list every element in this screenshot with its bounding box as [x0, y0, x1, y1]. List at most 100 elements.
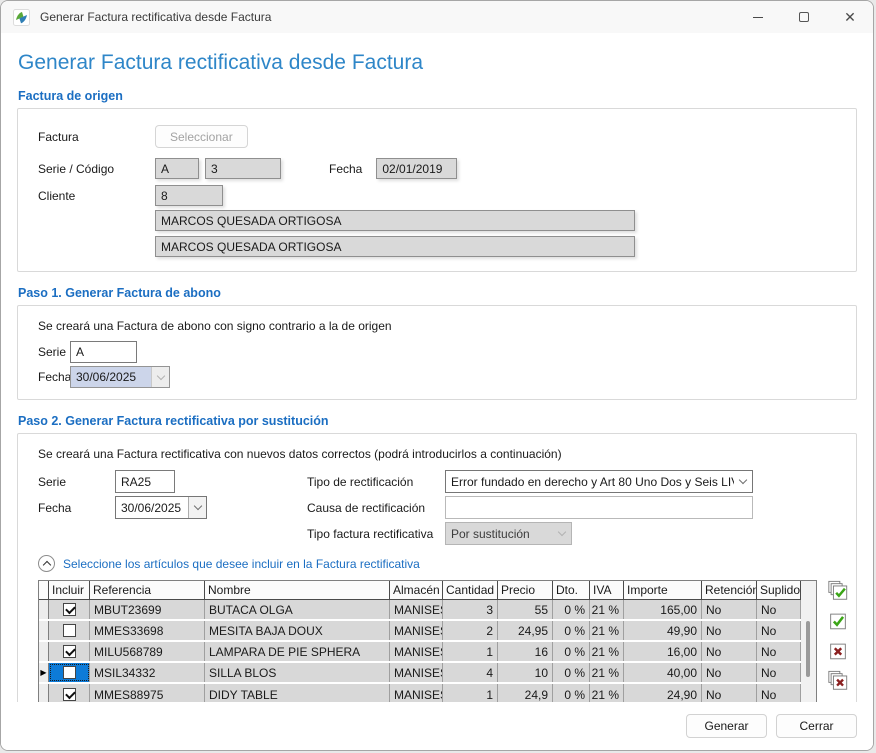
grid-header-suplido[interactable]: Suplido — [757, 581, 801, 600]
chevron-down-icon[interactable] — [188, 497, 206, 518]
grid-cell-retencion[interactable]: No — [702, 600, 757, 619]
grid-cell-importe[interactable]: 49,90 — [624, 621, 702, 640]
grid-cell-precio[interactable]: 55 — [498, 600, 553, 619]
grid-cell-retencion[interactable]: No — [702, 621, 757, 640]
minimize-icon — [753, 17, 763, 18]
grid-cell-dto[interactable]: 0 % — [553, 600, 590, 619]
grid-cell-suplido[interactable]: No — [757, 600, 801, 619]
grid-cell-precio[interactable]: 10 — [498, 663, 553, 682]
incluir-checkbox[interactable] — [63, 688, 76, 701]
paso2-serie-input[interactable] — [115, 470, 175, 493]
grid-cell-suplido[interactable]: No — [757, 663, 801, 682]
current-row-marker-icon: ▶ — [39, 663, 49, 682]
generar-button[interactable]: Generar — [686, 714, 767, 738]
collapse-articles-button[interactable] — [38, 555, 55, 572]
chevron-down-icon[interactable] — [734, 471, 752, 492]
grid-header-almacen[interactable]: Almacén — [390, 581, 443, 600]
paso2-fecha-combobox[interactable]: 30/06/2025 — [115, 496, 207, 519]
section-title-paso2: Paso 2. Generar Factura rectificativa po… — [18, 414, 857, 428]
grid-row-MSIL34332[interactable]: ▶ MSIL34332SILLA BLOSMANISES4100 %21 %40,… — [39, 663, 801, 684]
causa-rectificacion-input[interactable] — [445, 496, 753, 519]
maximize-button[interactable] — [781, 1, 827, 33]
paso2-fecha-label: Fecha — [38, 501, 115, 515]
grid-row-MBUT23699[interactable]: MBUT23699BUTACA OLGAMANISES3550 %21 %165… — [39, 600, 801, 621]
grid-cell-nombre[interactable]: SILLA BLOS — [205, 663, 390, 682]
grid-cell-suplido[interactable]: No — [757, 621, 801, 640]
grid-cell-cantidad[interactable]: 1 — [443, 642, 498, 661]
grid-header-iva[interactable]: IVA — [590, 581, 624, 600]
grid-cell-referencia[interactable]: MSIL34332 — [90, 663, 205, 682]
exclude-selected-button[interactable] — [827, 640, 849, 662]
tipo-factura-rectificativa-label: Tipo factura rectificativa — [307, 527, 445, 541]
grid-cell-importe[interactable]: 40,00 — [624, 663, 702, 682]
close-button[interactable]: ✕ — [827, 1, 873, 33]
grid-cell-nombre[interactable]: LAMPARA DE PIE SPHERA — [205, 642, 390, 661]
include-all-button[interactable] — [827, 580, 849, 602]
cerrar-button[interactable]: Cerrar — [776, 714, 857, 738]
grid-cell-nombre[interactable]: BUTACA OLGA — [205, 600, 390, 619]
fecha-origen-label: Fecha — [329, 162, 362, 176]
grid-cell-retencion[interactable]: No — [702, 663, 757, 682]
paso2-fecha-value: 30/06/2025 — [116, 497, 188, 518]
grid-cell-precio[interactable]: 16 — [498, 642, 553, 661]
grid-header-precio[interactable]: Precio — [498, 581, 553, 600]
title-bar[interactable]: Generar Factura rectificativa desde Fact… — [1, 1, 873, 33]
grid-cell-iva[interactable]: 21 % — [590, 621, 624, 640]
grid-cell-almacen[interactable]: MANISES — [390, 642, 443, 661]
grid-cell-almacen[interactable]: MANISES — [390, 621, 443, 640]
paso1-serie-input[interactable] — [70, 341, 137, 363]
include-selected-button[interactable] — [827, 610, 849, 632]
grid-cell-iva[interactable]: 21 % — [590, 600, 624, 619]
grid-cell-importe[interactable]: 165,00 — [624, 600, 702, 619]
grid-cell-incluir[interactable] — [49, 642, 90, 661]
chevron-down-icon[interactable] — [151, 367, 169, 387]
dialog-window: Generar Factura rectificativa desde Fact… — [0, 0, 874, 751]
grid-header-nombre[interactable]: Nombre — [205, 581, 390, 600]
incluir-checkbox[interactable] — [63, 603, 76, 616]
grid-cell-incluir[interactable] — [49, 600, 90, 619]
paso1-fecha-combobox[interactable]: 30/06/2025 — [70, 366, 170, 388]
grid-cell-referencia[interactable]: MBUT23699 — [90, 600, 205, 619]
page-title: Generar Factura rectificativa desde Fact… — [18, 51, 857, 75]
grid-cell-cantidad[interactable]: 4 — [443, 663, 498, 682]
grid-cell-retencion[interactable]: No — [702, 642, 757, 661]
grid-cell-dto[interactable]: 0 % — [553, 642, 590, 661]
grid-header-importe[interactable]: Importe — [624, 581, 702, 600]
grid-cell-suplido[interactable]: No — [757, 642, 801, 661]
grid-cell-almacen[interactable]: MANISES — [390, 663, 443, 682]
incluir-checkbox[interactable] — [63, 666, 76, 679]
paso2-serie-label: Serie — [38, 475, 115, 489]
group-paso1: Se creará una Factura de abono con signo… — [17, 305, 857, 400]
incluir-checkbox[interactable] — [63, 624, 76, 637]
grid-vertical-scrollbar[interactable] — [801, 581, 816, 705]
grid-cell-dto[interactable]: 0 % — [553, 621, 590, 640]
grid-cell-incluir[interactable] — [49, 663, 90, 682]
grid-scrollbar-thumb[interactable] — [806, 621, 810, 677]
grid-cell-almacen[interactable]: MANISES — [390, 600, 443, 619]
grid-cell-incluir[interactable] — [49, 621, 90, 640]
grid-header-dto[interactable]: Dto. — [553, 581, 590, 600]
grid-cell-dto[interactable]: 0 % — [553, 663, 590, 682]
group-paso2: Se creará una Factura rectificativa con … — [17, 433, 857, 718]
tipo-rectificacion-combobox[interactable]: Error fundado en derecho y Art 80 Uno Do… — [445, 470, 753, 493]
grid-cell-referencia[interactable]: MILU568789 — [90, 642, 205, 661]
grid-cell-nombre[interactable]: MESITA BAJA DOUX — [205, 621, 390, 640]
seleccionar-button[interactable]: Seleccionar — [155, 125, 248, 148]
grid-row-MMES33698[interactable]: MMES33698MESITA BAJA DOUXMANISES224,950 … — [39, 621, 801, 642]
grid-row-MILU568789[interactable]: MILU568789LAMPARA DE PIE SPHERAMANISES11… — [39, 642, 801, 663]
incluir-checkbox[interactable] — [63, 645, 76, 658]
grid-cell-precio[interactable]: 24,95 — [498, 621, 553, 640]
exclude-all-button[interactable] — [827, 670, 849, 692]
grid-header-retencion[interactable]: Retención — [702, 581, 757, 600]
grid-header-cantidad[interactable]: Cantidad — [443, 581, 498, 600]
grid-cell-referencia[interactable]: MMES33698 — [90, 621, 205, 640]
minimize-button[interactable] — [735, 1, 781, 33]
row-marker — [39, 600, 49, 619]
grid-header-referencia[interactable]: Referencia — [90, 581, 205, 600]
grid-cell-cantidad[interactable]: 2 — [443, 621, 498, 640]
grid-cell-iva[interactable]: 21 % — [590, 663, 624, 682]
grid-cell-importe[interactable]: 16,00 — [624, 642, 702, 661]
grid-cell-iva[interactable]: 21 % — [590, 642, 624, 661]
grid-header-incluir[interactable]: Incluir — [49, 581, 90, 600]
grid-cell-cantidad[interactable]: 3 — [443, 600, 498, 619]
